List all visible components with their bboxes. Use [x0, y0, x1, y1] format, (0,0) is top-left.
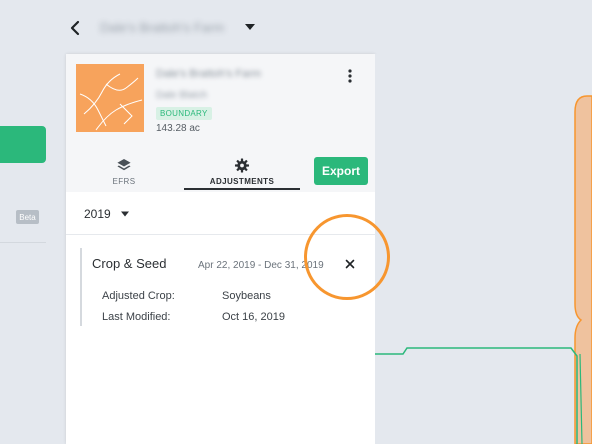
- adjusted-crop-value: Soybeans: [222, 290, 271, 302]
- divider: [66, 234, 375, 235]
- layers-icon: [117, 158, 131, 171]
- adjusted-crop-label: Adjusted Crop:: [102, 290, 175, 302]
- tab-adjustments[interactable]: ADJUSTMENTS: [184, 152, 300, 190]
- map-view[interactable]: [375, 54, 592, 444]
- adjustment-card[interactable]: Crop & Seed Apr 22, 2019 - Dec 31, 2019 …: [80, 248, 370, 326]
- field-boundary-line: [375, 347, 578, 444]
- chevron-down-icon: [121, 211, 129, 217]
- adjustment-title: Crop & Seed: [92, 256, 167, 271]
- year-dropdown[interactable]: 2019: [84, 206, 144, 224]
- field-panel: Dale's Brattoh's Farm Dale Blatch BOUNDA…: [66, 54, 375, 444]
- close-icon[interactable]: [344, 258, 356, 270]
- boundary-badge: BOUNDARY: [156, 107, 212, 120]
- tab-label: ADJUSTMENTS: [209, 177, 275, 186]
- field-subtitle: Dale Blatch: [156, 90, 208, 101]
- tab-label: EFRS: [112, 177, 136, 186]
- beta-badge: Beta: [16, 210, 39, 224]
- back-arrow-icon[interactable]: [66, 18, 86, 38]
- tab-efrs[interactable]: EFRS: [82, 152, 166, 190]
- last-modified-label: Last Modified:: [102, 311, 171, 323]
- last-modified-value: Oct 16, 2019: [222, 311, 285, 323]
- export-button[interactable]: Export: [314, 157, 368, 185]
- chevron-down-icon[interactable]: [243, 20, 257, 34]
- farm-title[interactable]: Dale's Brattoh's Farm: [100, 20, 224, 35]
- sidebar-divider: [0, 242, 46, 243]
- field-boundary-thumbnail: [76, 64, 144, 132]
- more-options-icon[interactable]: [344, 68, 356, 84]
- gear-icon: [234, 158, 250, 173]
- top-bar: Dale's Brattoh's Farm: [0, 0, 592, 54]
- year-value: 2019: [84, 207, 111, 221]
- adjustment-dates: Apr 22, 2019 - Dec 31, 2019: [198, 260, 324, 271]
- sidebar-active-item[interactable]: [0, 126, 46, 163]
- map-canvas: [375, 95, 592, 444]
- field-acres: 143.28 ac: [156, 123, 200, 134]
- field-name: Dale's Brattoh's Farm: [156, 68, 262, 80]
- field-header: Dale's Brattoh's Farm Dale Blatch BOUNDA…: [66, 54, 375, 192]
- left-sidebar: [0, 54, 46, 444]
